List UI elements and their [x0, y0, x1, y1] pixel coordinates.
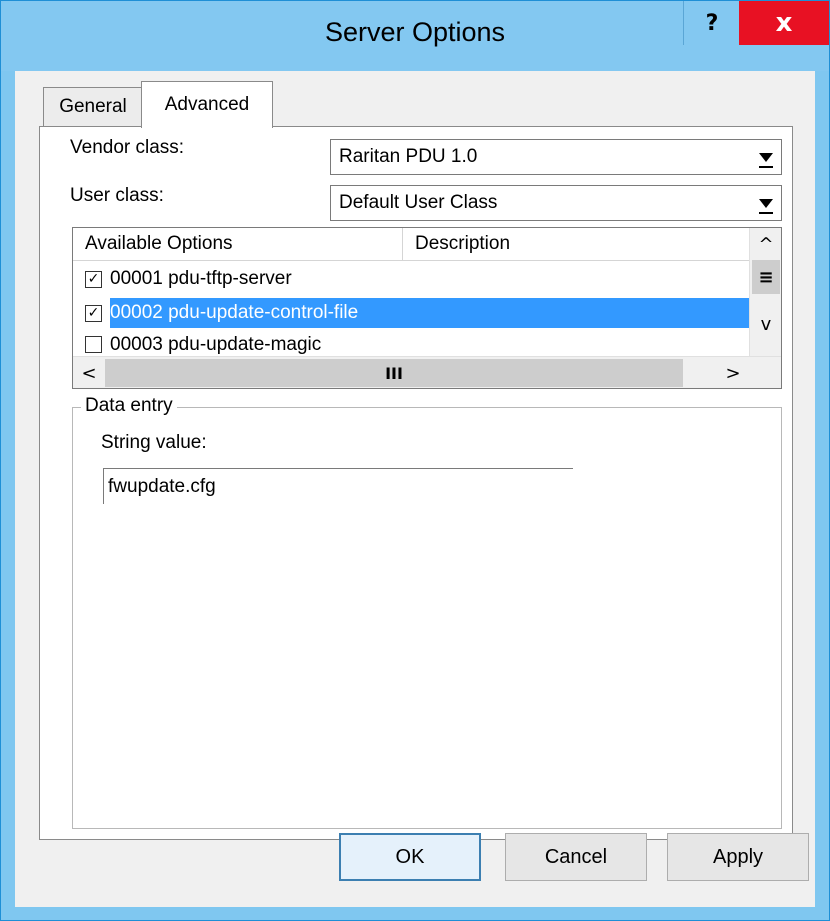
- tab-general[interactable]: General: [43, 87, 143, 126]
- tab-advanced-label: Advanced: [164, 94, 250, 115]
- checkbox-checked[interactable]: ✓: [85, 270, 102, 288]
- help-icon: ?: [705, 10, 719, 36]
- server-options-window: Server Options ? x General Advanced Vend…: [0, 0, 830, 921]
- column-header-description[interactable]: Description: [403, 228, 749, 260]
- scroll-thumb-vertical[interactable]: ≡: [752, 260, 780, 294]
- checkbox-unchecked[interactable]: [85, 336, 102, 353]
- vertical-scrollbar[interactable]: ^ ≡ v: [749, 228, 781, 356]
- horizontal-scrollbar[interactable]: < III >: [73, 356, 781, 388]
- column-header-available-options[interactable]: Available Options: [73, 228, 403, 260]
- cancel-button[interactable]: Cancel: [505, 833, 647, 881]
- string-value-input[interactable]: fwupdate.cfg: [103, 468, 573, 504]
- vendor-class-label: Vendor class:: [70, 137, 185, 158]
- scroll-up-icon[interactable]: ^: [750, 228, 781, 260]
- tab-advanced[interactable]: Advanced: [141, 81, 273, 128]
- close-button[interactable]: x: [739, 1, 829, 45]
- available-options-list[interactable]: Available Options Description ✓ 00001 pd…: [72, 227, 782, 389]
- option-label: 00001 pdu-tftp-server: [110, 268, 292, 289]
- scroll-down-icon[interactable]: v: [750, 308, 781, 340]
- list-header: Available Options Description: [73, 228, 749, 261]
- vendor-class-value: Raritan PDU 1.0: [339, 146, 478, 167]
- ok-button[interactable]: OK: [339, 833, 481, 881]
- scroll-right-icon[interactable]: >: [717, 357, 749, 388]
- tab-general-label: General: [59, 96, 127, 117]
- option-label: 00002 pdu-update-control-file: [110, 298, 749, 328]
- scroll-left-icon[interactable]: <: [73, 357, 105, 388]
- title-bar[interactable]: Server Options ? x: [1, 1, 829, 71]
- user-class-label: User class:: [70, 185, 164, 206]
- string-value-label: String value:: [101, 432, 207, 453]
- user-class-dropdown[interactable]: Default User Class: [330, 185, 782, 221]
- user-class-value: Default User Class: [339, 192, 498, 213]
- data-entry-group: Data entry String value: fwupdate.cfg: [72, 395, 782, 829]
- dialog-client-area: General Advanced Vendor class: Raritan P…: [15, 71, 815, 907]
- close-icon: x: [775, 8, 793, 38]
- apply-button[interactable]: Apply: [667, 833, 809, 881]
- list-item[interactable]: 00003 pdu-update-magic: [73, 330, 749, 356]
- data-entry-legend: Data entry: [81, 395, 177, 417]
- list-item-selected[interactable]: ✓ 00002 pdu-update-control-file: [73, 296, 749, 330]
- option-label: 00003 pdu-update-magic: [110, 334, 322, 355]
- list-item[interactable]: ✓ 00001 pdu-tftp-server: [73, 262, 749, 296]
- help-button[interactable]: ?: [683, 1, 740, 45]
- advanced-tab-panel: Vendor class: Raritan PDU 1.0 User class…: [39, 126, 793, 840]
- vendor-class-dropdown[interactable]: Raritan PDU 1.0: [330, 139, 782, 175]
- scroll-thumb-horizontal[interactable]: III: [105, 359, 683, 387]
- chevron-down-icon[interactable]: [750, 140, 781, 174]
- checkbox-checked[interactable]: ✓: [85, 304, 102, 322]
- chevron-down-icon[interactable]: [750, 186, 781, 220]
